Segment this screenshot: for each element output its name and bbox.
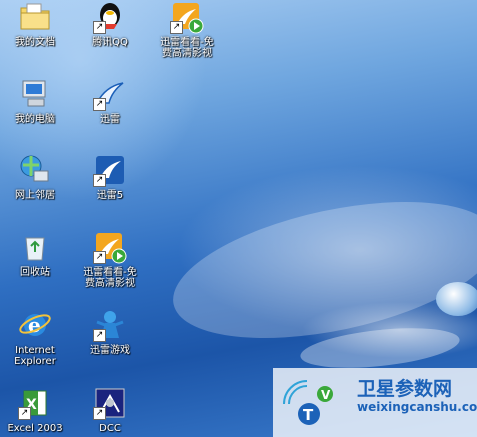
desktop-icon-xunlei-games[interactable]: ↗ 迅雷游戏 xyxy=(70,308,150,356)
svg-text:T: T xyxy=(303,406,314,424)
satellite-dish-logo-icon: T V xyxy=(279,376,349,431)
qq-penguin-icon: ↗ xyxy=(93,0,127,34)
desktop-icon-network-places[interactable]: 网上邻居 xyxy=(0,153,75,201)
watermark-title: 卫星参数网 xyxy=(357,378,453,400)
icon-label: DCC xyxy=(99,423,121,434)
folder-documents-icon xyxy=(18,0,52,34)
icon-label: 迅雷 xyxy=(100,114,120,125)
water-splash-highlight xyxy=(298,321,462,375)
icon-label: 我的文档 xyxy=(15,37,55,48)
icon-label: 网上邻居 xyxy=(15,190,55,201)
water-wave-highlight xyxy=(161,177,477,363)
ie-icon: e xyxy=(18,308,52,342)
water-droplet xyxy=(436,282,477,316)
recycle-bin-icon xyxy=(18,230,52,264)
desktop-icon-xunlei-kankan-top[interactable]: ↗ 迅雷看看-免 费高清影视 xyxy=(147,0,227,59)
shortcut-arrow-icon: ↗ xyxy=(93,329,106,342)
icon-label: Internet Explorer xyxy=(14,345,56,367)
icon-label: Excel 2003 xyxy=(7,423,63,434)
network-icon xyxy=(18,153,52,187)
svg-text:V: V xyxy=(321,388,331,402)
xunlei-kankan-icon: ↗ xyxy=(93,230,127,264)
shortcut-arrow-icon: ↗ xyxy=(18,407,31,420)
icon-label: 迅雷游戏 xyxy=(90,345,130,356)
icon-label: 我的电脑 xyxy=(15,114,55,125)
desktop-icon-my-documents[interactable]: 我的文档 xyxy=(0,0,75,48)
desktop-icon-internet-explorer[interactable]: e Internet Explorer xyxy=(0,308,75,367)
shortcut-arrow-icon: ↗ xyxy=(93,174,106,187)
desktop-icon-excel-2003[interactable]: X ↗ Excel 2003 xyxy=(0,386,75,434)
icon-label: 迅雷看看-免 费高清影视 xyxy=(160,37,214,59)
shortcut-arrow-icon: ↗ xyxy=(170,21,183,34)
desktop-icon-dcc[interactable]: ↗ DCC xyxy=(70,386,150,434)
desktop-icon-recycle-bin[interactable]: 回收站 xyxy=(0,230,75,278)
icon-label: 回收站 xyxy=(20,267,50,278)
desktop-icon-xunlei-kankan[interactable]: ↗ 迅雷看看-免 费高清影视 xyxy=(70,230,150,289)
shortcut-arrow-icon: ↗ xyxy=(93,251,106,264)
xunlei-bird-icon: ↗ xyxy=(93,77,127,111)
site-watermark: T V 卫星参数网 weixingcanshu.com xyxy=(273,368,477,437)
desktop-background: 我的文档 我的电脑 网上邻居 回收站 e Internet Explorer X… xyxy=(0,0,477,437)
desktop-icon-xunlei[interactable]: ↗ 迅雷 xyxy=(70,77,150,125)
desktop-icon-my-computer[interactable]: 我的电脑 xyxy=(0,77,75,125)
desktop-icon-xunlei5[interactable]: ↗ 迅雷5 xyxy=(70,153,150,201)
dcc-icon: ↗ xyxy=(93,386,127,420)
desktop-icon-tencent-qq[interactable]: ↗ 腾讯QQ xyxy=(70,0,150,48)
watermark-url: weixingcanshu.com xyxy=(357,400,477,414)
xunlei-games-icon: ↗ xyxy=(93,308,127,342)
xunlei5-icon: ↗ xyxy=(93,153,127,187)
icon-label: 迅雷5 xyxy=(96,190,124,201)
shortcut-arrow-icon: ↗ xyxy=(93,21,106,34)
computer-icon xyxy=(18,77,52,111)
icon-label: 腾讯QQ xyxy=(92,37,128,48)
excel-icon: X ↗ xyxy=(18,386,52,420)
shortcut-arrow-icon: ↗ xyxy=(93,407,106,420)
shortcut-arrow-icon: ↗ xyxy=(93,98,106,111)
icon-label: 迅雷看看-免 费高清影视 xyxy=(83,267,137,289)
xunlei-kankan-icon: ↗ xyxy=(170,0,204,34)
